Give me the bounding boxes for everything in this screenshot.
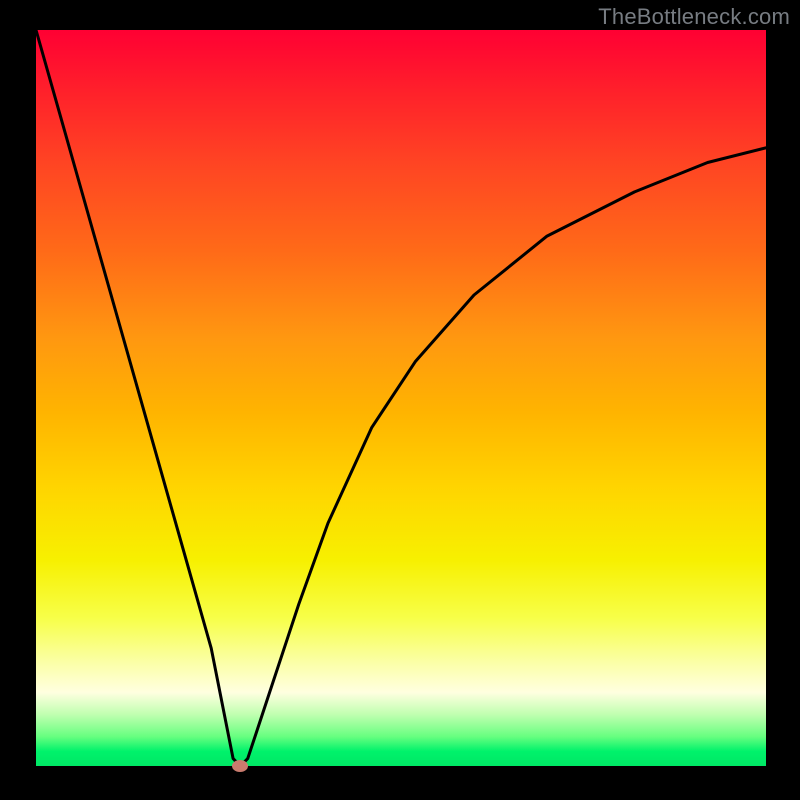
chart-container: TheBottleneck.com bbox=[0, 0, 800, 800]
attribution-text: TheBottleneck.com bbox=[598, 4, 790, 30]
curve-path bbox=[36, 30, 766, 766]
bottleneck-curve bbox=[36, 30, 766, 766]
plot-area bbox=[36, 30, 766, 766]
min-marker bbox=[232, 760, 248, 772]
